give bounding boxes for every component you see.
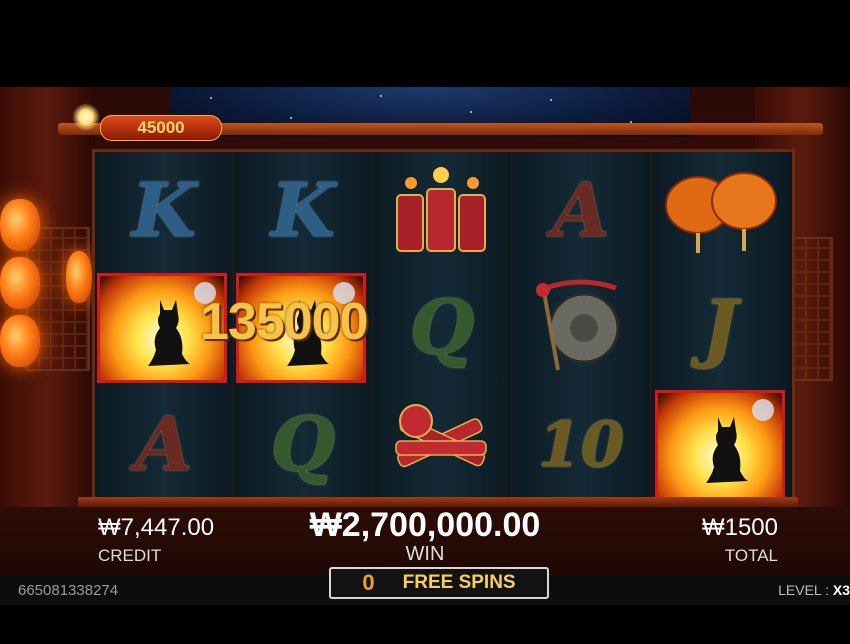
win-label: WIN [405, 543, 445, 565]
symbol-q: Q [409, 284, 475, 371]
firecrackers-icon [373, 152, 511, 269]
level-label: LEVEL : [778, 582, 829, 598]
round-id: 665081338274 [18, 582, 119, 599]
lantern-icon [0, 315, 40, 367]
symbol-q: Q [270, 401, 336, 488]
symbol-a: A [135, 401, 193, 488]
total-bet-value[interactable]: ₩1500 [702, 514, 778, 542]
reel-5: J [651, 152, 789, 503]
free-spins-count: 0 [362, 570, 375, 595]
spark-icon [72, 103, 100, 131]
reel-4: A 10 [512, 152, 651, 503]
lanterns-icon [651, 152, 789, 269]
symbol-10: 10 [537, 408, 625, 481]
wild-symbol [655, 390, 785, 502]
total-bet-label: TOTAL [724, 546, 778, 565]
left-pavilion [0, 87, 95, 517]
symbol-wild [651, 386, 789, 503]
symbol-a: A [552, 167, 610, 254]
symbol-k: K [131, 167, 197, 254]
firecracker-bundle-icon [373, 386, 511, 503]
cat-silhouette-icon [706, 417, 748, 483]
lantern-icon [0, 257, 40, 309]
level-value: X3 [832, 582, 850, 598]
moon-icon [752, 399, 774, 421]
lantern-icon [66, 251, 92, 303]
symbol-j: J [702, 284, 738, 371]
jackpot-meter: 45000 [100, 115, 222, 141]
free-spins-label: FREE SPINS [402, 572, 516, 593]
cat-silhouette-icon [148, 300, 190, 366]
reel-3: Q [373, 152, 512, 503]
symbol-k: K [270, 167, 336, 254]
line-win-amount: 135000 [200, 293, 369, 351]
level-indicator: LEVEL : X3 [778, 582, 850, 598]
gong-icon [512, 269, 650, 386]
free-spins-counter: 0 FREE SPINS [329, 567, 549, 599]
lantern-icon [0, 199, 40, 251]
reel-grid: K A K Q Q A 10 J [92, 149, 795, 506]
